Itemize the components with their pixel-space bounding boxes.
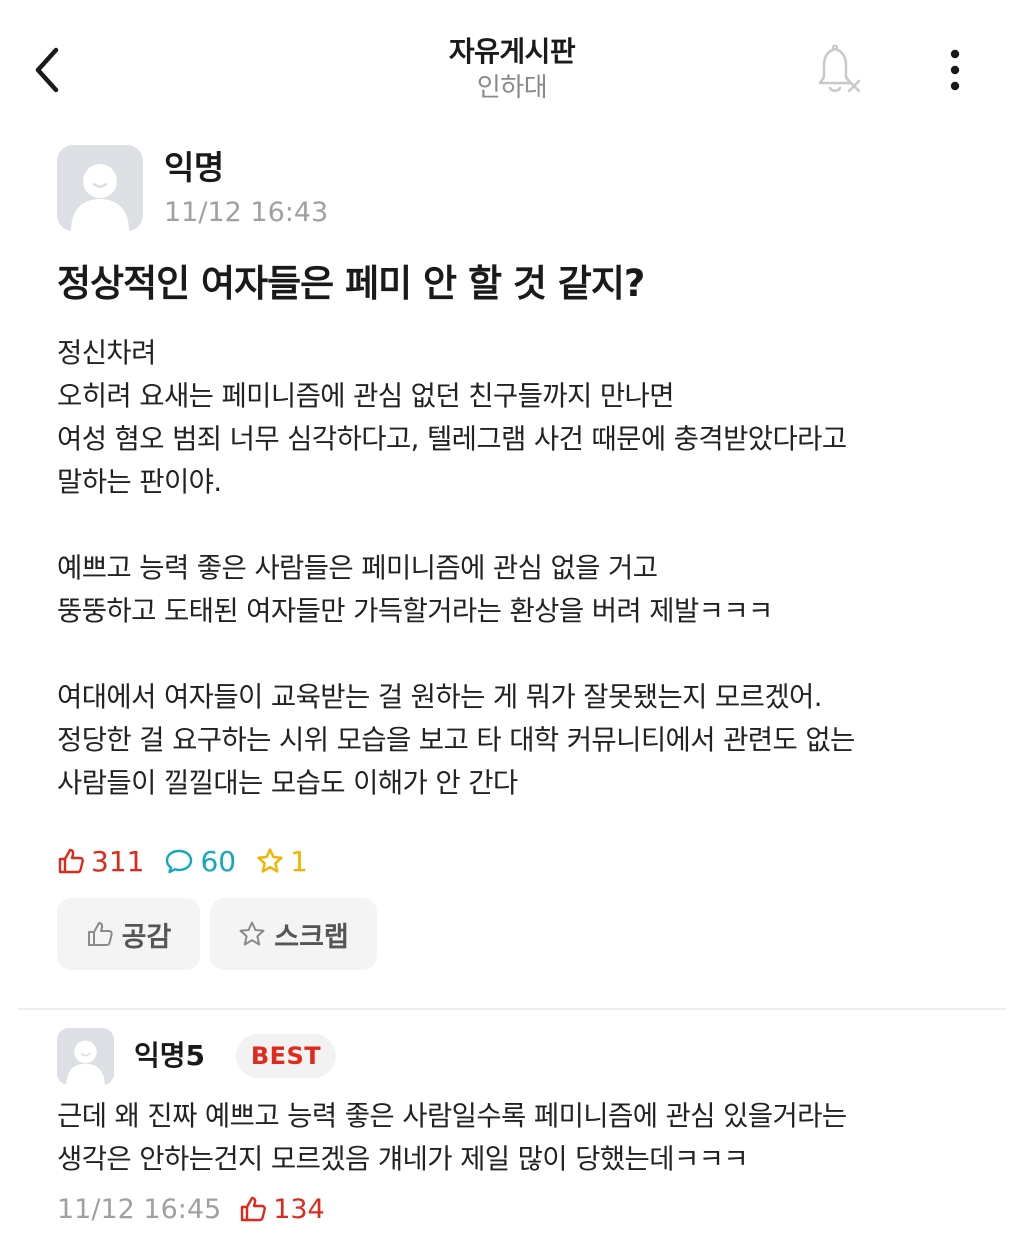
more-vertical-icon (950, 49, 960, 91)
post-stats: 311 60 1 (57, 840, 328, 882)
body-line: 뚱뚱하고 도태된 여자들만 가득할거라는 환상을 버려 제발ㅋㅋㅋ (57, 595, 773, 627)
post-title: 정상적인 여자들은 페미 안 할 것 같지? (57, 262, 645, 305)
scrap-button-label: 스크랩 (274, 921, 349, 953)
scrap-count: 1 (256, 845, 308, 878)
thumbs-up-icon (58, 848, 84, 874)
star-icon (257, 848, 283, 873)
body-line: 정당한 걸 요구하는 시위 모습을 보고 타 대학 커뮤니티에서 관련도 없는 (57, 724, 855, 756)
body-line: 예쁘고 능력 좋은 사람들은 페미니즘에 관심 없을 거고 (57, 552, 658, 584)
more-options-button[interactable] (930, 40, 980, 100)
author-name: 익명 (164, 148, 224, 187)
notification-toggle-button[interactable] (810, 40, 870, 100)
body-line: 여대에서 여자들이 교육받는 걸 원하는 게 뭐가 잘못됐는지 모르겠어. (57, 681, 822, 713)
like-button[interactable]: 공감 (57, 898, 200, 970)
comment-like-count[interactable]: 134 (239, 1194, 325, 1225)
bell-off-icon (818, 44, 861, 93)
comment-timestamp: 11/12 16:45 (57, 1193, 222, 1225)
like-button-label: 공감 (121, 921, 172, 953)
comment-line: 생각은 안하는건지 모르겠음 걔네가 제일 많이 당했는데ㅋㅋㅋ (57, 1143, 749, 1175)
school-name: 인하대 (476, 73, 548, 103)
body-line: 여성 혐오 범죄 너무 심각하다고, 텔레그램 사건 때문에 충격받았다라고 (57, 423, 847, 455)
body-line: 정신차려 (57, 337, 156, 369)
best-badge: BEST (236, 1034, 336, 1078)
top-bar: 자유게시판 인하대 (0, 0, 1024, 120)
default-avatar-icon (57, 1028, 114, 1085)
post-body: 정신차려 오히려 요새는 페미니즘에 관심 없던 친구들까지 만나면 여성 혐오… (57, 332, 987, 805)
comment-count: 60 (164, 845, 236, 878)
comment-body: 근데 왜 진짜 예쁘고 능력 좋은 사람일수록 페미니즘에 관심 있을거라는 생… (57, 1095, 997, 1181)
comment-meta: 11/12 16:45 134 (57, 1188, 325, 1230)
like-count-value: 311 (91, 844, 145, 878)
header-titles: 자유게시판 인하대 (0, 34, 1024, 106)
author-avatar (57, 145, 143, 231)
comment-count-value: 60 (200, 844, 237, 878)
body-line: 말하는 판이야. (57, 466, 222, 498)
speech-bubble-icon (166, 849, 193, 874)
board-title: 자유게시판 (448, 35, 576, 68)
section-divider (18, 1008, 1006, 1010)
comment-like-value: 134 (273, 1193, 325, 1225)
comment-author-name: 익명5 (134, 1039, 206, 1072)
post-timestamp: 11/12 16:43 (164, 197, 329, 228)
thumbs-up-icon (87, 922, 113, 946)
scrap-count-value: 1 (290, 844, 308, 878)
thumbs-up-icon (241, 1196, 267, 1222)
comment-author-avatar (57, 1028, 114, 1085)
body-line: 오히려 요새는 페미니즘에 관심 없던 친구들까지 만나면 (57, 380, 675, 412)
star-icon (239, 921, 265, 946)
default-avatar-icon (57, 145, 143, 231)
scrap-button[interactable]: 스크랩 (210, 898, 377, 970)
comment-line: 근데 왜 진짜 예쁘고 능력 좋은 사람일수록 페미니즘에 관심 있을거라는 (57, 1100, 847, 1132)
like-count: 311 (57, 845, 144, 878)
body-line: 사람들이 낄낄대는 모습도 이해가 안 간다 (57, 767, 518, 799)
